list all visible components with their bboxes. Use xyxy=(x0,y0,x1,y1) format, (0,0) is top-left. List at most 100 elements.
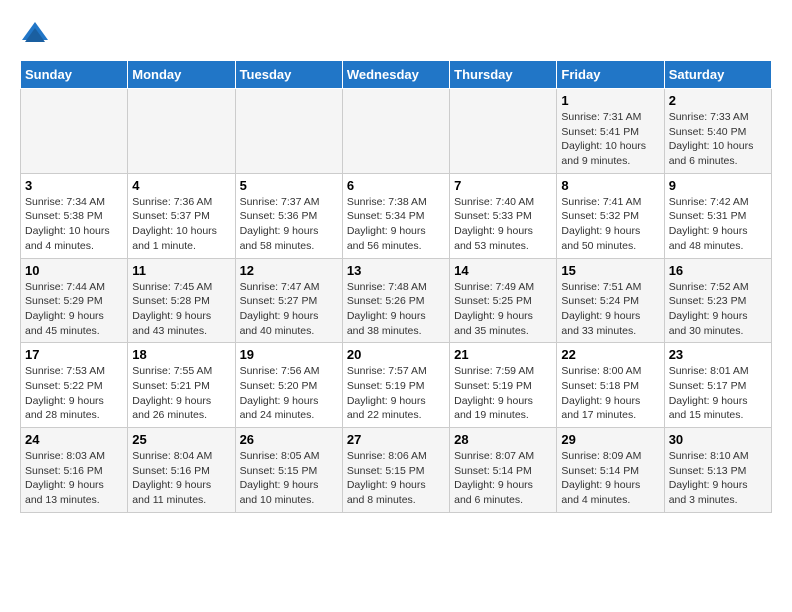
logo xyxy=(20,20,54,50)
day-info: Sunrise: 7:41 AM Sunset: 5:32 PM Dayligh… xyxy=(561,195,659,254)
calendar-cell: 13 Sunrise: 7:48 AM Sunset: 5:26 PM Dayli… xyxy=(342,258,449,343)
calendar-cell: 3Sunrise: 7:34 AM Sunset: 5:38 PM Daylig… xyxy=(21,173,128,258)
day-info: Sunrise: 8:00 AM Sunset: 5:18 PM Dayligh… xyxy=(561,364,659,423)
day-number: 3 xyxy=(25,178,123,193)
calendar-cell: 27Sunrise: 8:06 AM Sunset: 5:15 PM Dayli… xyxy=(342,428,449,513)
day-info: Sunrise: 7:38 AM Sunset: 5:34 PM Dayligh… xyxy=(347,195,445,254)
day-info: Sunrise: 8:10 AM Sunset: 5:13 PM Dayligh… xyxy=(669,449,767,508)
calendar-cell: 17 Sunrise: 7:53 AM Sunset: 5:22 PM Dayli… xyxy=(21,343,128,428)
week-row-2: 3Sunrise: 7:34 AM Sunset: 5:38 PM Daylig… xyxy=(21,173,772,258)
calendar-cell: 10 Sunrise: 7:44 AM Sunset: 5:29 PM Dayli… xyxy=(21,258,128,343)
day-info: Sunrise: 7:42 AM Sunset: 5:31 PM Dayligh… xyxy=(669,195,767,254)
day-number: 1 xyxy=(561,93,659,108)
day-info: Sunrise: 7:55 AM Sunset: 5:21 PM Dayligh… xyxy=(132,364,230,423)
day-info: Sunrise: 7:44 AM Sunset: 5:29 PM Dayligh… xyxy=(25,280,123,339)
calendar-cell: 1 Sunrise: 7:31 AM Sunset: 5:41 PM Daylig… xyxy=(557,89,664,174)
calendar-table: SundayMondayTuesdayWednesdayThursdayFrid… xyxy=(20,60,772,513)
day-info: Sunrise: 7:51 AM Sunset: 5:24 PM Dayligh… xyxy=(561,280,659,339)
day-info: Sunrise: 7:36 AM Sunset: 5:37 PM Dayligh… xyxy=(132,195,230,254)
day-header-sunday: Sunday xyxy=(21,61,128,89)
day-header-tuesday: Tuesday xyxy=(235,61,342,89)
day-number: 4 xyxy=(132,178,230,193)
day-info: Sunrise: 7:59 AM Sunset: 5:19 PM Dayligh… xyxy=(454,364,552,423)
day-number: 20 xyxy=(347,347,445,362)
day-info: Sunrise: 7:49 AM Sunset: 5:25 PM Dayligh… xyxy=(454,280,552,339)
calendar-cell: 24 Sunrise: 8:03 AM Sunset: 5:16 PM Dayli… xyxy=(21,428,128,513)
day-info: Sunrise: 7:57 AM Sunset: 5:19 PM Dayligh… xyxy=(347,364,445,423)
day-number: 6 xyxy=(347,178,445,193)
calendar-cell: 8 Sunrise: 7:41 AM Sunset: 5:32 PM Daylig… xyxy=(557,173,664,258)
calendar-cell: 26Sunrise: 8:05 AM Sunset: 5:15 PM Dayli… xyxy=(235,428,342,513)
calendar-cell xyxy=(342,89,449,174)
calendar-cell: 11 Sunrise: 7:45 AM Sunset: 5:28 PM Dayli… xyxy=(128,258,235,343)
day-info: Sunrise: 8:01 AM Sunset: 5:17 PM Dayligh… xyxy=(669,364,767,423)
day-info: Sunrise: 7:31 AM Sunset: 5:41 PM Dayligh… xyxy=(561,110,659,169)
day-number: 28 xyxy=(454,432,552,447)
calendar-cell xyxy=(235,89,342,174)
calendar-cell: 23 Sunrise: 8:01 AM Sunset: 5:17 PM Dayli… xyxy=(664,343,771,428)
day-number: 24 xyxy=(25,432,123,447)
day-number: 23 xyxy=(669,347,767,362)
day-info: Sunrise: 7:33 AM Sunset: 5:40 PM Dayligh… xyxy=(669,110,767,169)
calendar-cell: 20 Sunrise: 7:57 AM Sunset: 5:19 PM Dayli… xyxy=(342,343,449,428)
day-header-saturday: Saturday xyxy=(664,61,771,89)
day-number: 10 xyxy=(25,263,123,278)
calendar-cell: 18Sunrise: 7:55 AM Sunset: 5:21 PM Dayli… xyxy=(128,343,235,428)
day-number: 22 xyxy=(561,347,659,362)
day-info: Sunrise: 7:47 AM Sunset: 5:27 PM Dayligh… xyxy=(240,280,338,339)
day-number: 13 xyxy=(347,263,445,278)
day-info: Sunrise: 8:03 AM Sunset: 5:16 PM Dayligh… xyxy=(25,449,123,508)
week-row-1: 1 Sunrise: 7:31 AM Sunset: 5:41 PM Daylig… xyxy=(21,89,772,174)
day-info: Sunrise: 8:07 AM Sunset: 5:14 PM Dayligh… xyxy=(454,449,552,508)
calendar-cell: 6 Sunrise: 7:38 AM Sunset: 5:34 PM Daylig… xyxy=(342,173,449,258)
day-info: Sunrise: 7:40 AM Sunset: 5:33 PM Dayligh… xyxy=(454,195,552,254)
calendar-cell: 7 Sunrise: 7:40 AM Sunset: 5:33 PM Daylig… xyxy=(450,173,557,258)
day-info: Sunrise: 8:09 AM Sunset: 5:14 PM Dayligh… xyxy=(561,449,659,508)
calendar-cell: 16 Sunrise: 7:52 AM Sunset: 5:23 PM Dayli… xyxy=(664,258,771,343)
day-header-monday: Monday xyxy=(128,61,235,89)
logo-icon xyxy=(20,20,50,50)
calendar-cell xyxy=(128,89,235,174)
day-number: 11 xyxy=(132,263,230,278)
day-number: 5 xyxy=(240,178,338,193)
page-header xyxy=(20,20,772,50)
calendar-cell: 4 Sunrise: 7:36 AM Sunset: 5:37 PM Daylig… xyxy=(128,173,235,258)
day-number: 9 xyxy=(669,178,767,193)
day-info: Sunrise: 7:53 AM Sunset: 5:22 PM Dayligh… xyxy=(25,364,123,423)
day-number: 25 xyxy=(132,432,230,447)
week-row-3: 10 Sunrise: 7:44 AM Sunset: 5:29 PM Dayli… xyxy=(21,258,772,343)
calendar-cell: 15Sunrise: 7:51 AM Sunset: 5:24 PM Dayli… xyxy=(557,258,664,343)
calendar-cell: 14 Sunrise: 7:49 AM Sunset: 5:25 PM Dayli… xyxy=(450,258,557,343)
day-header-wednesday: Wednesday xyxy=(342,61,449,89)
calendar-cell: 25 Sunrise: 8:04 AM Sunset: 5:16 PM Dayli… xyxy=(128,428,235,513)
week-row-4: 17 Sunrise: 7:53 AM Sunset: 5:22 PM Dayli… xyxy=(21,343,772,428)
day-number: 14 xyxy=(454,263,552,278)
week-row-5: 24 Sunrise: 8:03 AM Sunset: 5:16 PM Dayli… xyxy=(21,428,772,513)
day-number: 16 xyxy=(669,263,767,278)
day-info: Sunrise: 7:52 AM Sunset: 5:23 PM Dayligh… xyxy=(669,280,767,339)
day-number: 29 xyxy=(561,432,659,447)
day-info: Sunrise: 7:48 AM Sunset: 5:26 PM Dayligh… xyxy=(347,280,445,339)
day-info: Sunrise: 8:04 AM Sunset: 5:16 PM Dayligh… xyxy=(132,449,230,508)
calendar-cell: 5 Sunrise: 7:37 AM Sunset: 5:36 PM Daylig… xyxy=(235,173,342,258)
day-header-friday: Friday xyxy=(557,61,664,89)
calendar-cell: 29 Sunrise: 8:09 AM Sunset: 5:14 PM Dayli… xyxy=(557,428,664,513)
calendar-cell: 19Sunrise: 7:56 AM Sunset: 5:20 PM Dayli… xyxy=(235,343,342,428)
calendar-cell: 28 Sunrise: 8:07 AM Sunset: 5:14 PM Dayli… xyxy=(450,428,557,513)
calendar-cell xyxy=(21,89,128,174)
calendar-cell: 2 Sunrise: 7:33 AM Sunset: 5:40 PM Daylig… xyxy=(664,89,771,174)
day-header-thursday: Thursday xyxy=(450,61,557,89)
day-number: 30 xyxy=(669,432,767,447)
day-number: 2 xyxy=(669,93,767,108)
day-info: Sunrise: 7:45 AM Sunset: 5:28 PM Dayligh… xyxy=(132,280,230,339)
calendar-cell: 21Sunrise: 7:59 AM Sunset: 5:19 PM Dayli… xyxy=(450,343,557,428)
day-info: Sunrise: 7:56 AM Sunset: 5:20 PM Dayligh… xyxy=(240,364,338,423)
day-info: Sunrise: 8:05 AM Sunset: 5:15 PM Dayligh… xyxy=(240,449,338,508)
day-info: Sunrise: 8:06 AM Sunset: 5:15 PM Dayligh… xyxy=(347,449,445,508)
day-number: 8 xyxy=(561,178,659,193)
day-number: 7 xyxy=(454,178,552,193)
day-info: Sunrise: 7:37 AM Sunset: 5:36 PM Dayligh… xyxy=(240,195,338,254)
days-header-row: SundayMondayTuesdayWednesdayThursdayFrid… xyxy=(21,61,772,89)
day-number: 17 xyxy=(25,347,123,362)
calendar-cell: 30 Sunrise: 8:10 AM Sunset: 5:13 PM Dayli… xyxy=(664,428,771,513)
